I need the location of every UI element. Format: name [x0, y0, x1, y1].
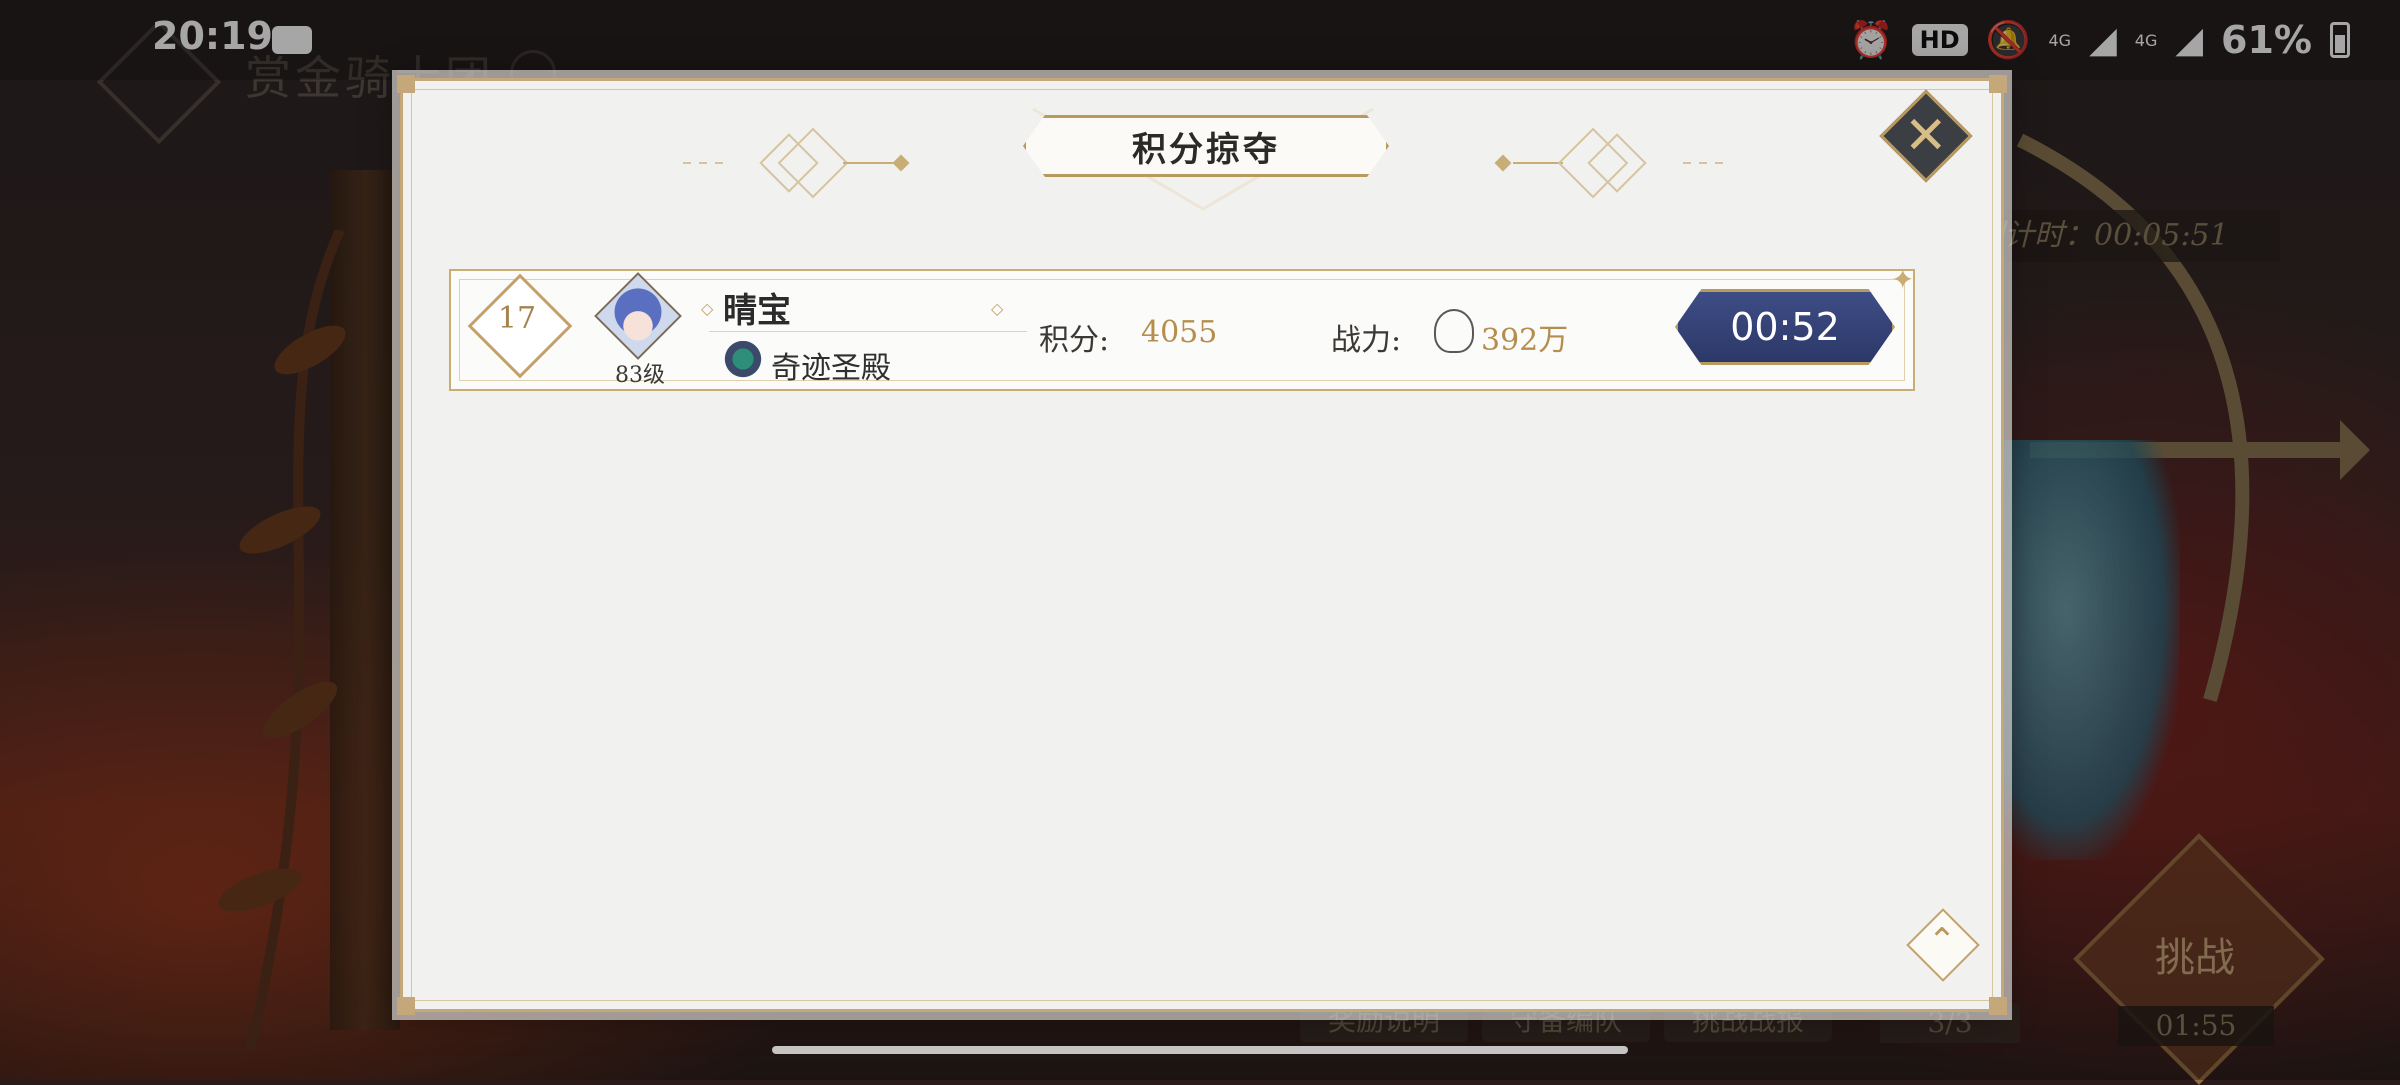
corner-ornament	[397, 75, 415, 93]
corner-ornament	[1989, 997, 2007, 1015]
name-divider	[709, 331, 1027, 332]
score-plunder-dialog: 积分掠夺 ✕ 17 83级 ◇ 晴宝 ◇ 奇迹圣殿 积分: 4055 战力: 3…	[397, 75, 2007, 1015]
dialog-inner-border	[411, 89, 1993, 1001]
cooldown-timer: 00:52	[1730, 305, 1840, 349]
scroll-top-icon: ⌃	[1927, 921, 1957, 961]
dialog-title: 积分掠夺	[1132, 129, 1280, 170]
combat-power-icon	[1434, 309, 1474, 353]
player-level: 83级	[615, 363, 665, 388]
guild-emblem-icon	[723, 341, 763, 381]
guild-name: 奇迹圣殿	[771, 351, 891, 386]
cooldown-timer-button[interactable]: 00:52	[1675, 289, 1895, 365]
rank-number: 17	[497, 301, 537, 336]
player-name: 晴宝	[723, 291, 791, 331]
close-button[interactable]: ✕	[1879, 89, 1973, 183]
name-ornament-right-icon: ◇	[991, 299, 1004, 318]
home-indicator[interactable]	[772, 1046, 1628, 1054]
score-value: 4055	[1141, 315, 1218, 350]
plunder-target-row[interactable]: 17 83级 ◇ 晴宝 ◇ 奇迹圣殿 积分: 4055 战力: 392万 00:…	[449, 263, 1915, 391]
power-label: 战力:	[1331, 323, 1402, 358]
dialog-title-plate: 积分掠夺	[1023, 115, 1389, 177]
name-ornament-left-icon: ◇	[701, 299, 714, 318]
corner-ornament	[397, 997, 415, 1015]
sparkle-icon: ✦	[1891, 263, 1915, 296]
close-icon: ✕	[1904, 105, 1948, 166]
corner-ornament	[1989, 75, 2007, 93]
power-value: 392万	[1481, 323, 1569, 358]
score-label: 积分:	[1039, 323, 1110, 358]
